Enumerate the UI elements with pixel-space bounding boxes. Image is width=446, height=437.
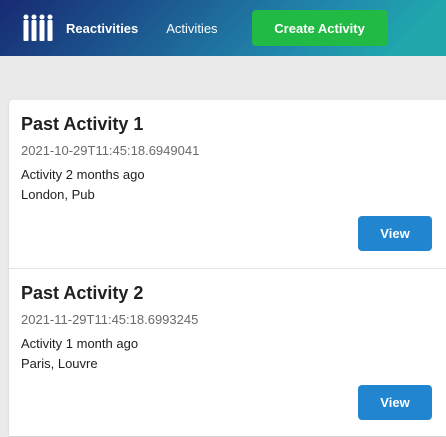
activity-date: 2021-10-29T11:45:18.6949041 <box>21 143 200 158</box>
brand-label: Reactivities <box>66 20 139 36</box>
people-group-icon <box>23 14 53 41</box>
top-navbar: Reactivities Activities Create Activity <box>0 0 446 56</box>
view-button[interactable]: View <box>358 385 432 420</box>
activity-description: Activity 2 months ago <box>21 167 145 182</box>
activity-title[interactable]: Past Activity 2 <box>21 283 143 304</box>
create-activity-button[interactable]: Create Activity <box>251 10 388 46</box>
activity-item: Past Activity 1 2021-10-29T11:45:18.6949… <box>9 100 446 268</box>
activity-venue: Paris, Louvre <box>21 356 98 371</box>
activity-venue: London, Pub <box>21 187 95 202</box>
activity-item: Past Activity 2 2021-11-29T11:45:18.6993… <box>9 268 446 437</box>
view-button[interactable]: View <box>358 216 432 251</box>
activity-list: Past Activity 1 2021-10-29T11:45:18.6949… <box>9 100 446 436</box>
activity-title[interactable]: Past Activity 1 <box>21 114 143 135</box>
activity-description: Activity 1 month ago <box>21 336 139 351</box>
activity-date: 2021-11-29T11:45:18.6993245 <box>21 312 199 327</box>
brand-link[interactable]: Reactivities <box>0 0 150 56</box>
nav-activities-link[interactable]: Activities <box>150 0 233 56</box>
